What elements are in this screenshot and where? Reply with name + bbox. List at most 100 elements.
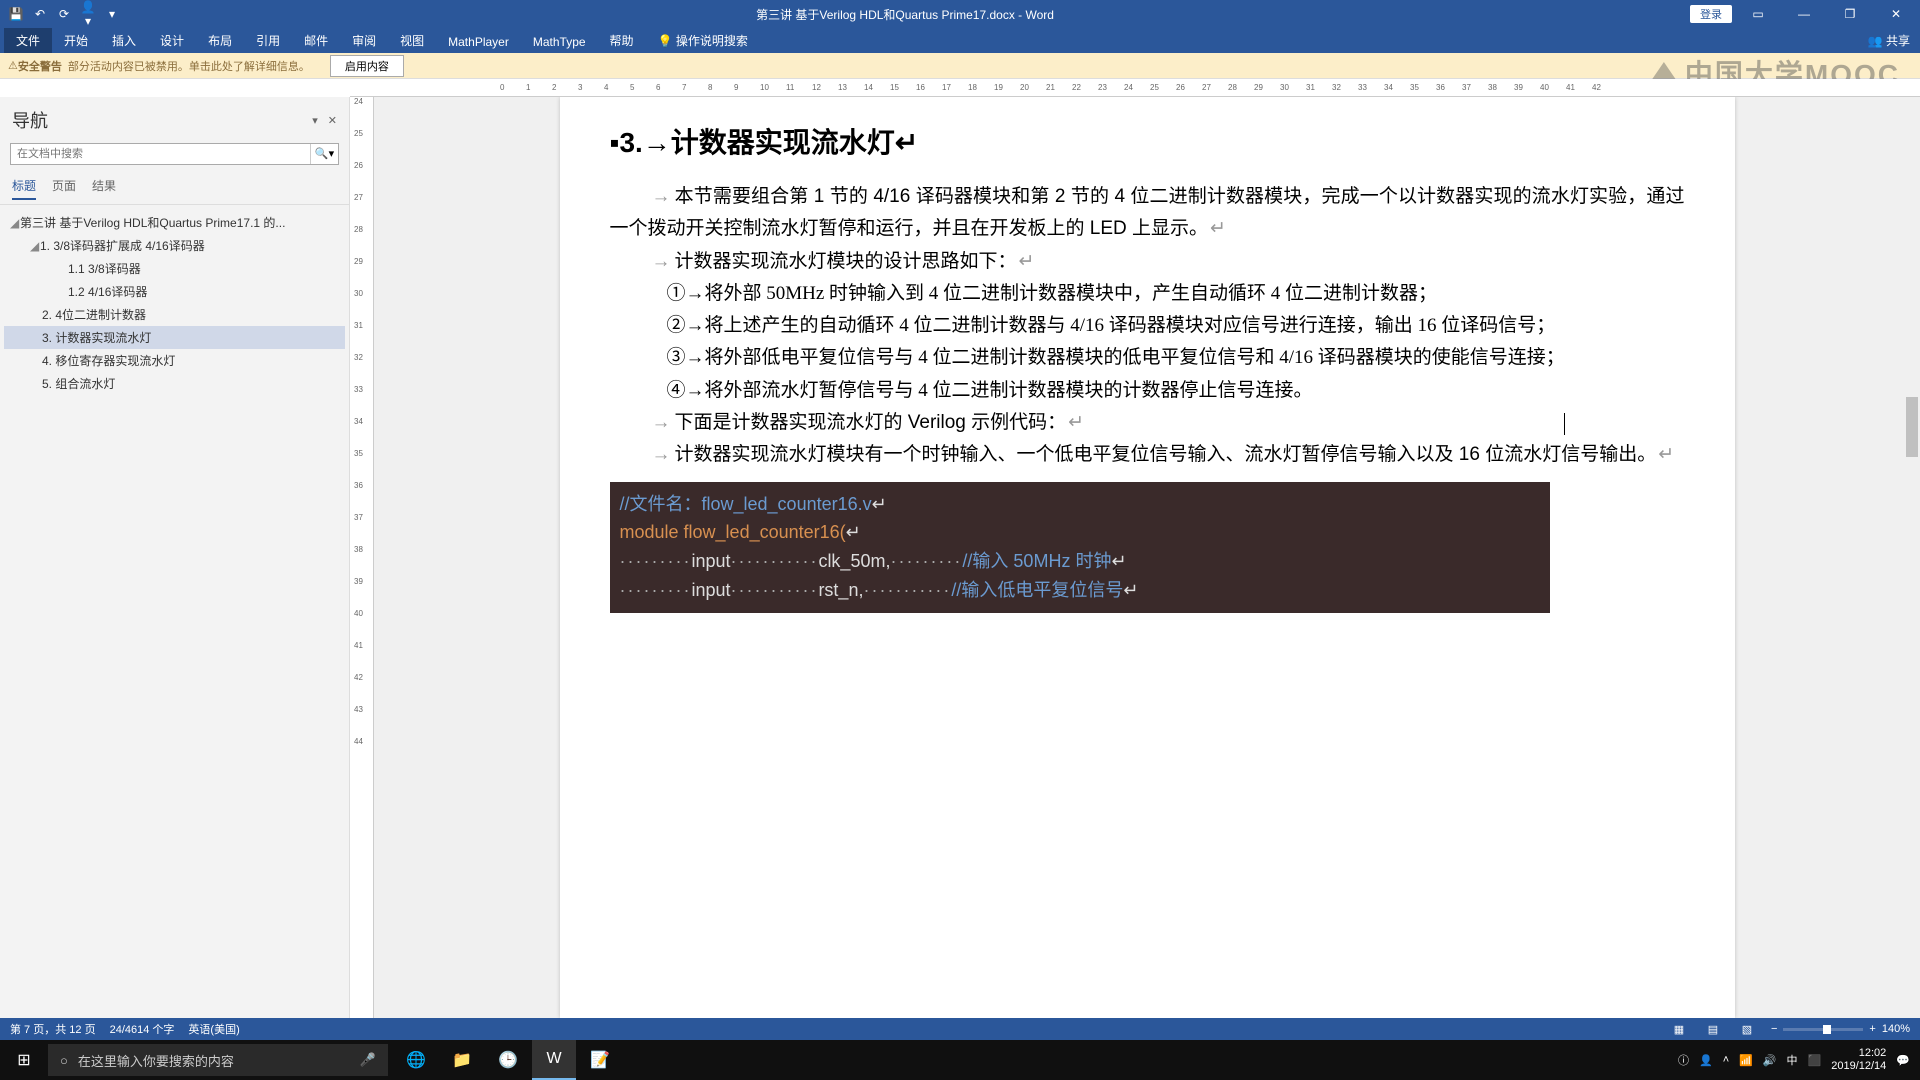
tray-icon[interactable]: ⓘ bbox=[1678, 1052, 1689, 1068]
web-layout-icon[interactable]: ▧ bbox=[1737, 1023, 1757, 1036]
window-title: 第三讲 基于Verilog HDL和Quartus Prime17.docx -… bbox=[120, 6, 1690, 23]
tab-layout[interactable]: 布局 bbox=[196, 28, 244, 53]
code-comment: //输入低电平复位信号 bbox=[951, 580, 1123, 600]
tab-mathplayer[interactable]: MathPlayer bbox=[436, 31, 521, 53]
heading-3: ▪3.→计数器实现流水灯↵ bbox=[610, 121, 1685, 161]
ime-icon[interactable]: 中 bbox=[1787, 1052, 1798, 1068]
page-indicator[interactable]: 第 7 页，共 12 页 bbox=[10, 1021, 96, 1037]
read-mode-icon[interactable]: ▦ bbox=[1669, 1023, 1689, 1036]
search-icon[interactable]: 🔍▾ bbox=[310, 144, 338, 164]
nav-tree-node[interactable]: 1.1 3/8译码器 bbox=[4, 257, 345, 280]
tab-review[interactable]: 审阅 bbox=[340, 28, 388, 53]
enable-content-button[interactable]: 启用内容 bbox=[330, 55, 404, 77]
app-explorer[interactable]: 📁 bbox=[440, 1040, 484, 1080]
list-item: ④→将外部流水灯暂停信号与 4 位二进制计数器模块的计数器停止信号连接。 bbox=[667, 375, 1685, 407]
volume-icon[interactable]: 🔊 bbox=[1763, 1054, 1777, 1067]
scrollbar-thumb[interactable] bbox=[1906, 397, 1918, 457]
code-comment: //文件名：flow_led_counter16.v bbox=[620, 494, 872, 514]
zoom-out-icon[interactable]: − bbox=[1771, 1023, 1777, 1035]
user-icon[interactable]: 👤▾ bbox=[80, 0, 96, 28]
app-clock[interactable]: 🕒 bbox=[486, 1040, 530, 1080]
taskbar-search[interactable]: ○ 在这里输入你要搜索的内容 🎤 bbox=[48, 1044, 388, 1076]
nav-tree-node[interactable]: 5. 组合流水灯 bbox=[4, 372, 345, 395]
nav-close-icon[interactable]: ✕ bbox=[328, 114, 337, 127]
app-browser[interactable]: 🌐 bbox=[394, 1040, 438, 1080]
nav-subtabs: 标题 页面 结果 bbox=[0, 169, 349, 205]
tell-me-label: 操作说明搜索 bbox=[676, 34, 748, 48]
quick-access-toolbar: 💾 ↶ ⟳ 👤▾ ▾ bbox=[0, 0, 120, 28]
minimize-icon[interactable]: — bbox=[1784, 7, 1824, 21]
ribbon-display-icon[interactable]: ▭ bbox=[1738, 7, 1778, 21]
start-button[interactable]: ⊞ bbox=[0, 1050, 48, 1070]
share-button[interactable]: 👥 共享 bbox=[1858, 28, 1920, 53]
people-icon[interactable]: 👤 bbox=[1699, 1054, 1713, 1067]
tell-me[interactable]: 💡 操作说明搜索 bbox=[646, 28, 760, 53]
app-word[interactable]: W bbox=[532, 1040, 576, 1080]
code-comment: //输入 50MHz 时钟 bbox=[962, 551, 1111, 571]
tab-home[interactable]: 开始 bbox=[52, 28, 100, 53]
code-kw: input bbox=[691, 551, 730, 571]
tray-icon[interactable]: ⬛ bbox=[1808, 1054, 1822, 1067]
qat-more-icon[interactable]: ▾ bbox=[104, 7, 120, 21]
save-icon[interactable]: 💾 bbox=[8, 7, 24, 21]
zoom-control[interactable]: − + 140% bbox=[1771, 1023, 1910, 1035]
undo-icon[interactable]: ↶ bbox=[32, 7, 48, 21]
cortana-icon: ○ bbox=[60, 1053, 68, 1068]
word-count[interactable]: 24/4614 个字 bbox=[110, 1021, 175, 1037]
close-icon[interactable]: ✕ bbox=[1876, 7, 1916, 21]
horizontal-ruler[interactable]: 0123456789101112131415161718192021222324… bbox=[350, 79, 1920, 97]
vertical-ruler[interactable]: 2425262728293031323334353637383940414243… bbox=[350, 97, 374, 1018]
tab-view[interactable]: 视图 bbox=[388, 28, 436, 53]
redo-icon[interactable]: ⟳ bbox=[56, 7, 72, 21]
subtab-results[interactable]: 结果 bbox=[92, 177, 116, 200]
nav-options-icon[interactable]: ▾ bbox=[312, 114, 318, 127]
nav-tree-node[interactable]: 4. 移位寄存器实现流水灯 bbox=[4, 349, 345, 372]
taskbar-clock[interactable]: 12:02 2019/12/14 bbox=[1831, 1047, 1886, 1073]
zoom-in-icon[interactable]: + bbox=[1869, 1023, 1875, 1035]
maximize-icon[interactable]: ❐ bbox=[1830, 7, 1870, 21]
network-icon[interactable]: 📶 bbox=[1739, 1054, 1753, 1067]
print-layout-icon[interactable]: ▤ bbox=[1703, 1023, 1723, 1036]
nav-tree-node[interactable]: 1.2 4/16译码器 bbox=[4, 280, 345, 303]
title-bar: 💾 ↶ ⟳ 👤▾ ▾ 第三讲 基于Verilog HDL和Quartus Pri… bbox=[0, 0, 1920, 28]
clock-time: 12:02 bbox=[1831, 1047, 1886, 1060]
warning-icon: ⚠ bbox=[8, 59, 18, 72]
para-text: 计数器实现流水灯模块有一个时钟输入、一个低电平复位信号输入、流水灯暂停信号输入以… bbox=[675, 444, 1657, 465]
nav-tree: ◢第三讲 基于Verilog HDL和Quartus Prime17.1 的..… bbox=[0, 205, 349, 401]
nav-tree-node[interactable]: 3. 计数器实现流水灯 bbox=[4, 326, 345, 349]
list-item: ②→将上述产生的自动循环 4 位二进制计数器与 4/16 译码器模块对应信号进行… bbox=[667, 310, 1685, 342]
tab-mathtype[interactable]: MathType bbox=[521, 31, 598, 53]
document-page[interactable]: ▪3.→计数器实现流水灯↵ →本节需要组合第 1 节的 4/16 译码器模块和第… bbox=[560, 97, 1735, 1018]
code-block: //文件名：flow_led_counter16.v↵ module flow_… bbox=[610, 482, 1550, 613]
security-warning-bar: ⚠ 安全警告部分活动内容已被禁用。单击此处了解详细信息。 启用内容 中国大学MO… bbox=[0, 53, 1920, 79]
subtab-headings[interactable]: 标题 bbox=[12, 177, 36, 200]
document-area: 2425262728293031323334353637383940414243… bbox=[350, 97, 1920, 1018]
tab-references[interactable]: 引用 bbox=[244, 28, 292, 53]
app-notepad[interactable]: 📝 bbox=[578, 1040, 622, 1080]
taskbar-apps: 🌐 📁 🕒 W 📝 bbox=[394, 1040, 622, 1080]
nav-tree-node[interactable]: 2. 4位二进制计数器 bbox=[4, 303, 345, 326]
notifications-icon[interactable]: 💬 bbox=[1896, 1054, 1910, 1067]
warning-message: 部分活动内容已被禁用。单击此处了解详细信息。 bbox=[68, 61, 310, 73]
nav-tree-node[interactable]: ◢1. 3/8译码器扩展成 4/16译码器 bbox=[4, 234, 345, 257]
workspace: 导航 ▾✕ 🔍▾ 标题 页面 结果 ◢第三讲 基于Verilog HDL和Qua… bbox=[0, 97, 1920, 1018]
nav-tree-node[interactable]: ◢第三讲 基于Verilog HDL和Quartus Prime17.1 的..… bbox=[4, 211, 345, 234]
mic-icon[interactable]: 🎤 bbox=[360, 1052, 376, 1068]
login-button[interactable]: 登录 bbox=[1690, 5, 1732, 23]
windows-taskbar: ⊞ ○ 在这里输入你要搜索的内容 🎤 🌐 📁 🕒 W 📝 ⓘ 👤 ˄ 📶 🔊 中… bbox=[0, 1040, 1920, 1080]
heading-text: 计数器实现流水灯 bbox=[671, 127, 895, 158]
tab-mailings[interactable]: 邮件 bbox=[292, 28, 340, 53]
tab-help[interactable]: 帮助 bbox=[598, 28, 646, 53]
nav-search-input[interactable] bbox=[11, 144, 310, 164]
zoom-slider[interactable] bbox=[1783, 1028, 1863, 1031]
subtab-pages[interactable]: 页面 bbox=[52, 177, 76, 200]
tab-design[interactable]: 设计 bbox=[148, 28, 196, 53]
tray-up-icon[interactable]: ˄ bbox=[1723, 1054, 1729, 1066]
vertical-scrollbar[interactable] bbox=[1904, 97, 1920, 1018]
zoom-level[interactable]: 140% bbox=[1882, 1023, 1910, 1035]
language-indicator[interactable]: 英语(美国) bbox=[188, 1021, 239, 1037]
nav-search[interactable]: 🔍▾ bbox=[10, 143, 339, 165]
para-text: 本节需要组合第 1 节的 4/16 译码器模块和第 2 节的 4 位二进制计数器… bbox=[610, 186, 1685, 239]
tab-insert[interactable]: 插入 bbox=[100, 28, 148, 53]
tab-file[interactable]: 文件 bbox=[4, 28, 52, 53]
